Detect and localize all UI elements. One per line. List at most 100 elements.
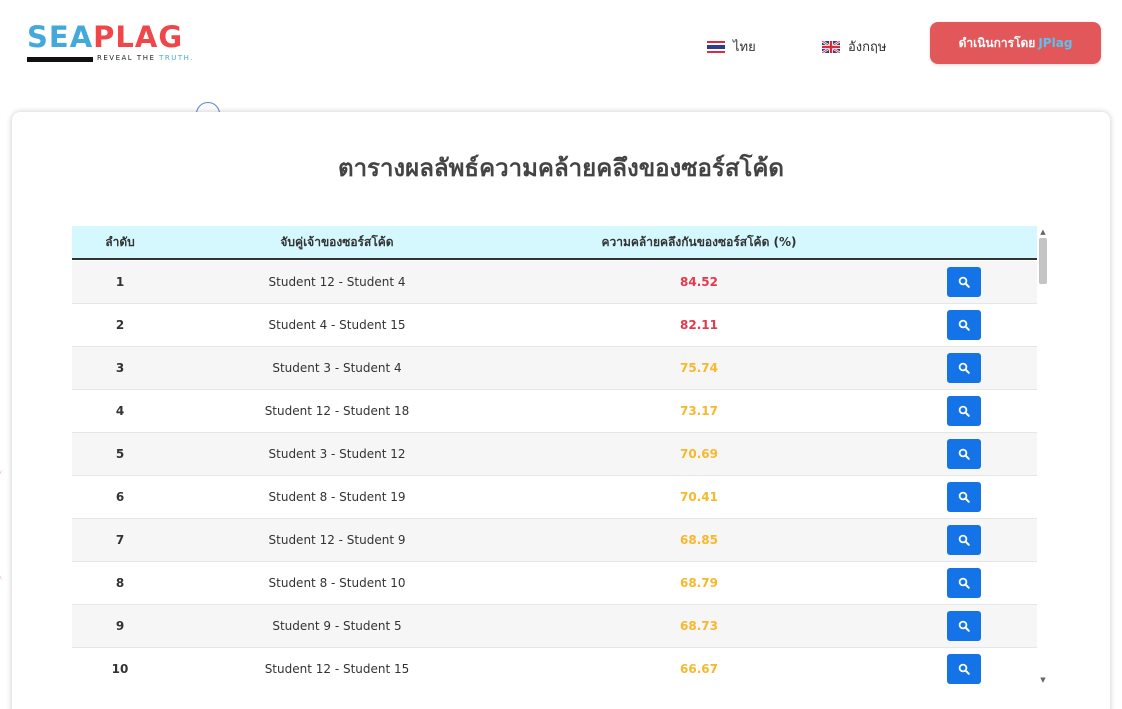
row-action-cell xyxy=(892,654,1037,684)
row-action-cell xyxy=(892,267,1037,297)
tagline-prefix: REVEAL THE xyxy=(97,54,160,62)
table-row: 9 Student 9 - Student 5 68.73 xyxy=(72,605,1037,648)
search-icon xyxy=(958,362,970,374)
table-row: 7 Student 12 - Student 9 68.85 xyxy=(72,519,1037,562)
row-rank: 5 xyxy=(115,447,125,461)
scroll-down-arrow[interactable]: ▼ xyxy=(1039,676,1047,684)
language-english-label: อังกฤษ xyxy=(848,40,887,55)
row-action-cell xyxy=(892,482,1037,512)
row-rank: 4 xyxy=(115,404,125,418)
logo-plag: PLAG xyxy=(93,20,184,54)
table-row: 8 Student 8 - Student 10 68.79 xyxy=(72,562,1037,605)
row-similarity-score: 82.11 xyxy=(680,318,718,332)
search-icon xyxy=(958,276,970,288)
row-pair: Student 8 - Student 19 xyxy=(268,490,406,504)
powered-by-label: ดำเนินการโดย xyxy=(958,35,1036,50)
row-rank: 9 xyxy=(115,619,125,633)
page: SEAPLAG REVEAL THE TRUTH. ไทย อังกฤษ ดำเ… xyxy=(0,0,1122,709)
logo-bar xyxy=(27,57,93,62)
row-pair: Student 12 - Student 18 xyxy=(264,404,410,418)
row-similarity-score: 70.69 xyxy=(680,447,718,461)
row-rank: 1 xyxy=(115,275,125,289)
table-row: 1 Student 12 - Student 4 84.52 xyxy=(72,261,1037,304)
powered-by-jplag-button[interactable]: ดำเนินการโดย JPlag xyxy=(930,22,1101,64)
search-icon xyxy=(958,663,970,675)
row-similarity-score: 70.41 xyxy=(680,490,718,504)
row-similarity-score: 66.67 xyxy=(680,662,718,676)
row-pair: Student 3 - Student 4 xyxy=(272,361,402,375)
row-pair: Student 12 - Student 9 xyxy=(268,533,406,547)
table-row: 2 Student 4 - Student 15 82.11 xyxy=(72,304,1037,347)
search-icon xyxy=(958,319,970,331)
row-pair: Student 12 - Student 15 xyxy=(264,662,410,676)
logo-tagline: REVEAL THE TRUTH. xyxy=(27,54,202,64)
row-rank: 3 xyxy=(115,361,125,375)
header-pair: จับคู่เจ้าของซอร์สโค้ด xyxy=(280,234,394,249)
view-comparison-button[interactable] xyxy=(947,353,981,383)
view-comparison-button[interactable] xyxy=(947,482,981,512)
row-action-cell xyxy=(892,611,1037,641)
row-pair: Student 9 - Student 5 xyxy=(272,619,402,633)
header-score: ความคล้ายคลึงกันของซอร์สโค้ด (%) xyxy=(601,234,797,249)
thai-flag-icon xyxy=(707,40,725,53)
scroll-up-arrow[interactable]: ▲ xyxy=(1039,228,1047,236)
search-icon xyxy=(958,577,970,589)
row-similarity-score: 84.52 xyxy=(680,275,718,289)
uk-flag-icon xyxy=(822,40,840,53)
table-row: 5 Student 3 - Student 12 70.69 xyxy=(72,433,1037,476)
scroll-thumb[interactable] xyxy=(1039,238,1047,284)
table-header: ลำดับ จับคู่เจ้าของซอร์สโค้ด ความคล้ายคล… xyxy=(72,226,1037,260)
row-rank: 8 xyxy=(115,576,125,590)
row-action-cell xyxy=(892,396,1037,426)
search-icon xyxy=(958,491,970,503)
jplag-label: JPlag xyxy=(1038,36,1073,50)
table-row: 3 Student 3 - Student 4 75.74 xyxy=(72,347,1037,390)
language-thai-label: ไทย xyxy=(733,40,756,55)
row-rank: 7 xyxy=(115,533,125,547)
table-row: 10 Student 12 - Student 15 66.67 xyxy=(72,648,1037,686)
row-action-cell xyxy=(892,439,1037,469)
view-comparison-button[interactable] xyxy=(947,439,981,469)
view-comparison-button[interactable] xyxy=(947,654,981,684)
decorative-line xyxy=(0,470,12,580)
row-similarity-score: 68.85 xyxy=(680,533,718,547)
table-body: 1 Student 12 - Student 4 84.52 2 Student 4 -… xyxy=(72,261,1037,686)
logo-sea: SEA xyxy=(27,20,94,54)
results-table: ลำดับ จับคู่เจ้าของซอร์สโค้ด ความคล้ายคล… xyxy=(72,226,1049,686)
search-icon xyxy=(958,405,970,417)
view-comparison-button[interactable] xyxy=(947,267,981,297)
view-comparison-button[interactable] xyxy=(947,310,981,340)
tagline-highlight: TRUTH. xyxy=(159,54,195,62)
view-comparison-button[interactable] xyxy=(947,611,981,641)
row-action-cell xyxy=(892,525,1037,555)
row-similarity-score: 68.73 xyxy=(680,619,718,633)
header-rank: ลำดับ xyxy=(105,234,135,249)
row-action-cell xyxy=(892,310,1037,340)
page-title: ตารางผลลัพธ์ความคล้ายคลึงของซอร์สโค้ด xyxy=(337,154,784,182)
seaplag-logo[interactable]: SEAPLAG REVEAL THE TRUTH. xyxy=(27,22,202,66)
table-scrollbar[interactable]: ▲ ▼ xyxy=(1037,226,1049,686)
logo-wordmark: SEAPLAG xyxy=(27,22,202,52)
view-comparison-button[interactable] xyxy=(947,396,981,426)
row-rank: 6 xyxy=(115,490,125,504)
header: SEAPLAG REVEAL THE TRUTH. ไทย อังกฤษ ดำเ… xyxy=(0,0,1122,90)
row-pair: Student 3 - Student 12 xyxy=(268,447,406,461)
row-rank: 10 xyxy=(111,662,129,676)
row-similarity-score: 73.17 xyxy=(680,404,718,418)
view-comparison-button[interactable] xyxy=(947,568,981,598)
language-thai-link[interactable]: ไทย xyxy=(707,36,756,57)
logo-tagline-text: REVEAL THE TRUTH. xyxy=(97,54,194,62)
language-english-link[interactable]: อังกฤษ xyxy=(822,36,886,57)
row-pair: Student 4 - Student 15 xyxy=(268,318,406,332)
row-pair: Student 12 - Student 4 xyxy=(268,275,406,289)
search-icon xyxy=(958,448,970,460)
row-action-cell xyxy=(892,353,1037,383)
row-rank: 2 xyxy=(115,318,125,332)
row-pair: Student 8 - Student 10 xyxy=(268,576,406,590)
search-icon xyxy=(958,620,970,632)
table-row: 6 Student 8 - Student 19 70.41 xyxy=(72,476,1037,519)
row-similarity-score: 75.74 xyxy=(680,361,718,375)
row-action-cell xyxy=(892,568,1037,598)
view-comparison-button[interactable] xyxy=(947,525,981,555)
row-similarity-score: 68.79 xyxy=(680,576,718,590)
